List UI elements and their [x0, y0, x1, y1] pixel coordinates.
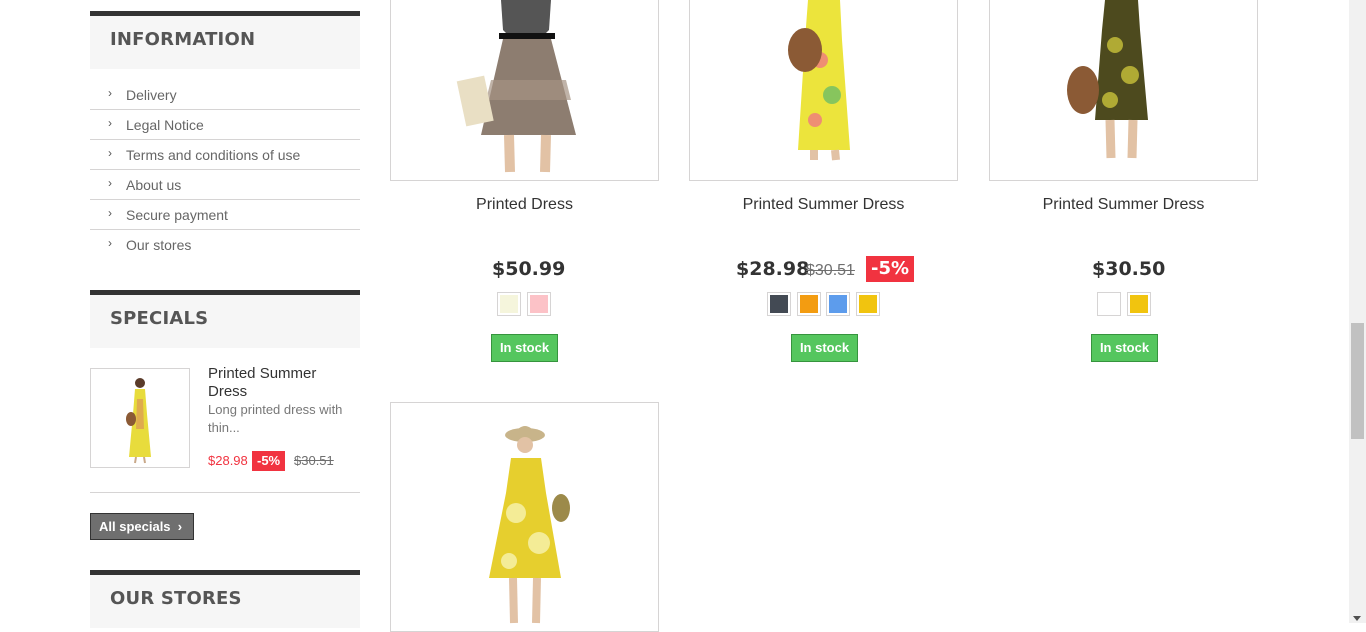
- information-links: › Delivery › Legal Notice › Terms and condi…: [90, 80, 360, 260]
- special-product: Printed Summer Dress Long printed dress …: [90, 365, 360, 493]
- product-image-printed-summer-dress[interactable]: [689, 0, 958, 181]
- chevron-right-icon: ›: [108, 206, 112, 220]
- swatch-color: [500, 295, 518, 313]
- info-link-terms[interactable]: › Terms and conditions of use: [90, 140, 360, 170]
- swatch-color: [530, 295, 548, 313]
- stores-block-title: OUR STORES: [90, 570, 360, 628]
- chevron-right-icon: ›: [108, 176, 112, 190]
- all-specials-button[interactable]: All specials ›: [90, 513, 194, 540]
- color-swatch[interactable]: [497, 292, 521, 316]
- chevron-right-icon: ›: [174, 519, 183, 534]
- product-name[interactable]: Printed Summer Dress: [689, 196, 958, 214]
- chevron-right-icon: ›: [108, 146, 112, 160]
- special-old-price: $30.51: [294, 453, 334, 468]
- stores-title: OUR STORES: [110, 588, 242, 609]
- color-swatch[interactable]: [797, 292, 821, 316]
- color-swatch[interactable]: [1097, 292, 1121, 316]
- info-link-secure-payment[interactable]: › Secure payment: [90, 200, 360, 230]
- color-swatch[interactable]: [527, 292, 551, 316]
- product-name[interactable]: Printed Summer Dress: [989, 196, 1258, 214]
- chevron-right-icon: ›: [108, 236, 112, 250]
- swatch-color: [800, 295, 818, 313]
- info-link-our-stores[interactable]: › Our stores: [90, 230, 360, 260]
- special-product-image[interactable]: [90, 368, 190, 468]
- chevron-right-icon: ›: [108, 86, 112, 100]
- info-link-legal-notice[interactable]: › Legal Notice: [90, 110, 360, 140]
- product-price: $30.50: [1092, 258, 1166, 280]
- information-block-title: INFORMATION: [90, 11, 360, 69]
- info-link-delivery[interactable]: › Delivery: [90, 80, 360, 110]
- swatch-color: [1100, 295, 1118, 313]
- special-product-name[interactable]: Printed Summer Dress: [208, 365, 353, 401]
- special-discount-badge: -5%: [252, 451, 286, 471]
- swatch-color: [770, 295, 788, 313]
- page-scrollbar[interactable]: [1349, 0, 1366, 623]
- information-title: INFORMATION: [110, 29, 256, 50]
- product-price: $50.99: [492, 258, 566, 280]
- availability-badge: In stock: [491, 334, 558, 362]
- all-specials-label: All specials: [99, 519, 171, 534]
- chevron-right-icon: ›: [108, 116, 112, 130]
- product-image-summer-dress[interactable]: [390, 402, 659, 632]
- discount-badge: -5%: [866, 256, 915, 282]
- specials-title: SPECIALS: [110, 308, 209, 329]
- special-product-description: Long printed dress with thin...: [208, 402, 343, 435]
- color-swatch[interactable]: [826, 292, 850, 316]
- product-name[interactable]: Printed Dress: [390, 196, 659, 214]
- product-image-printed-dress[interactable]: [390, 0, 659, 181]
- availability-badge: In stock: [791, 334, 858, 362]
- scrollbar-thumb[interactable]: [1351, 323, 1364, 439]
- info-link-about-us[interactable]: › About us: [90, 170, 360, 200]
- color-swatch[interactable]: [856, 292, 880, 316]
- product-old-price: $30.51: [806, 262, 855, 279]
- scroll-down-arrow-icon[interactable]: [1353, 616, 1361, 621]
- color-swatch[interactable]: [1127, 292, 1151, 316]
- swatch-color: [829, 295, 847, 313]
- product-price: $28.98: [736, 258, 810, 280]
- special-product-price: $28.98: [208, 453, 248, 468]
- availability-badge: In stock: [1091, 334, 1158, 362]
- swatch-color: [1130, 295, 1148, 313]
- specials-block-title: SPECIALS: [90, 290, 360, 348]
- product-image-printed-summer-dress[interactable]: [989, 0, 1258, 181]
- color-swatch[interactable]: [767, 292, 791, 316]
- swatch-color: [859, 295, 877, 313]
